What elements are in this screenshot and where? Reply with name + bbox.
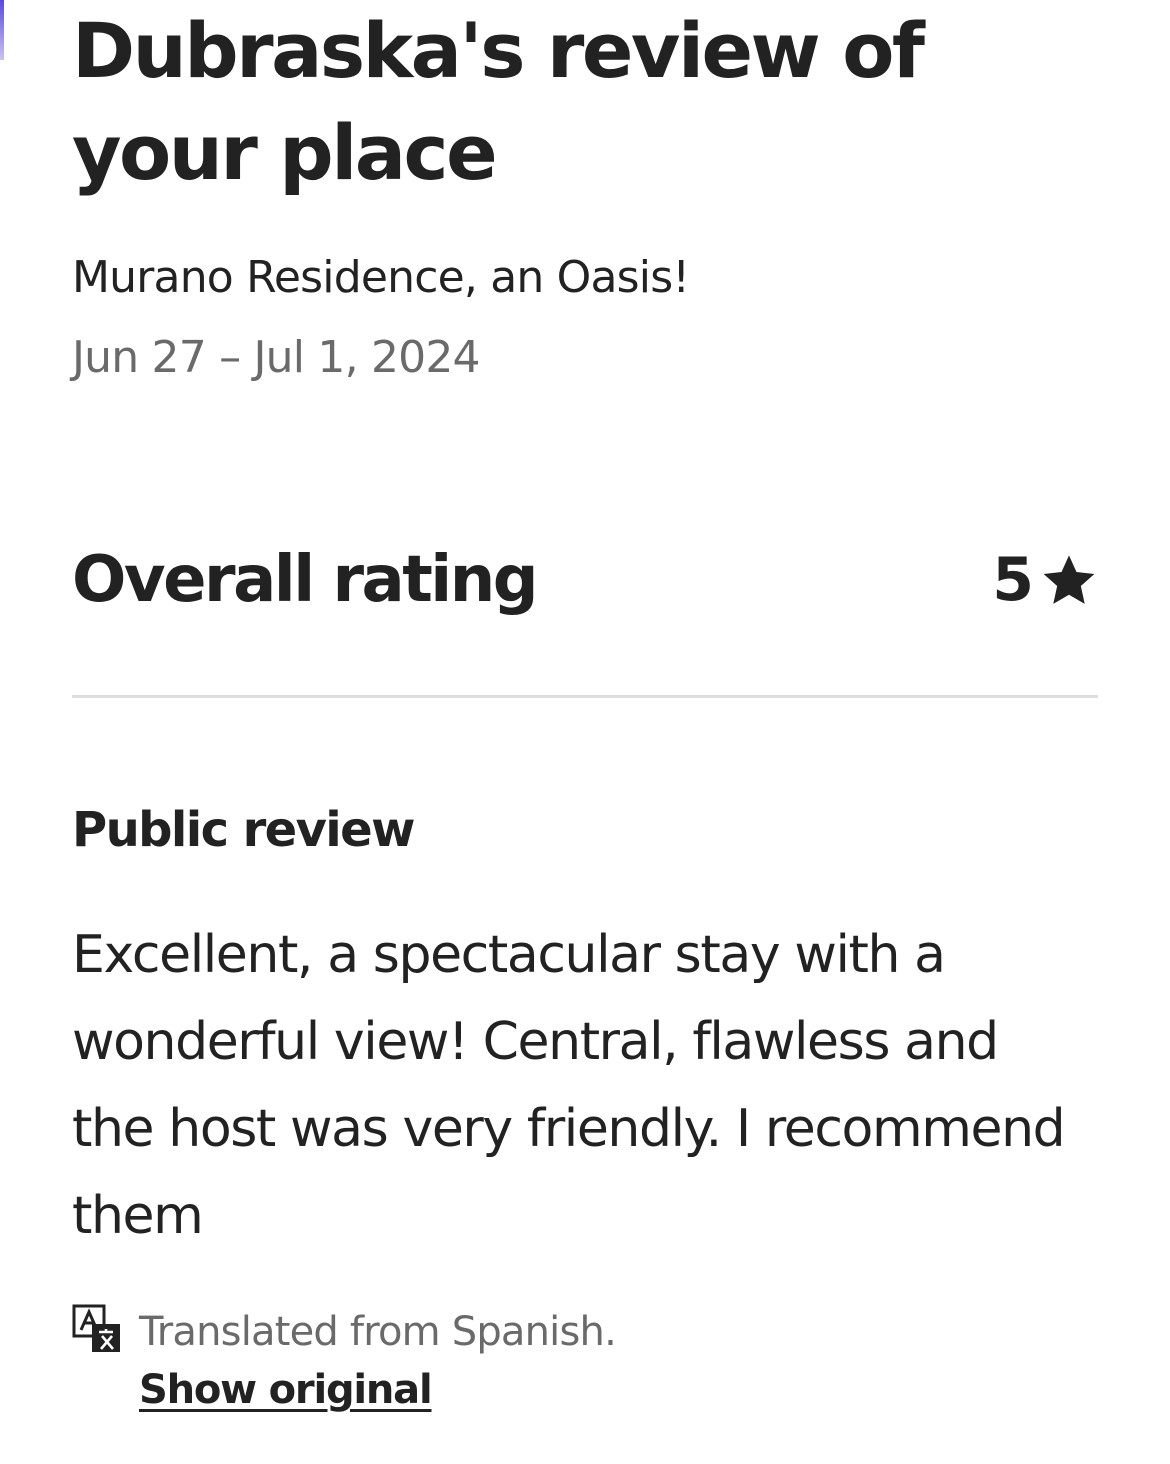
star-icon xyxy=(1043,555,1095,604)
translate-icon xyxy=(72,1304,120,1352)
show-original-link[interactable]: Show original xyxy=(139,1363,433,1417)
stay-dates: Jun 27 – Jul 1, 2024 xyxy=(72,332,481,383)
translated-note: Translated from Spanish. xyxy=(139,1309,617,1355)
overall-rating-value: 5 xyxy=(992,545,1034,615)
public-review-text: Excellent, a spectacular stay with a won… xyxy=(72,925,1066,1246)
public-review-title: Public review xyxy=(72,802,415,858)
overall-rating-value-group: 5 xyxy=(992,545,1098,615)
edge-mark xyxy=(0,0,4,60)
listing-name: Murano Residence, an Oasis! xyxy=(72,252,690,303)
overall-rating-row: Overall rating 5 xyxy=(72,535,1098,625)
overall-rating-label: Overall rating xyxy=(72,543,539,617)
divider xyxy=(72,695,1098,698)
page-title: Dubraska's review of your place xyxy=(72,6,925,197)
